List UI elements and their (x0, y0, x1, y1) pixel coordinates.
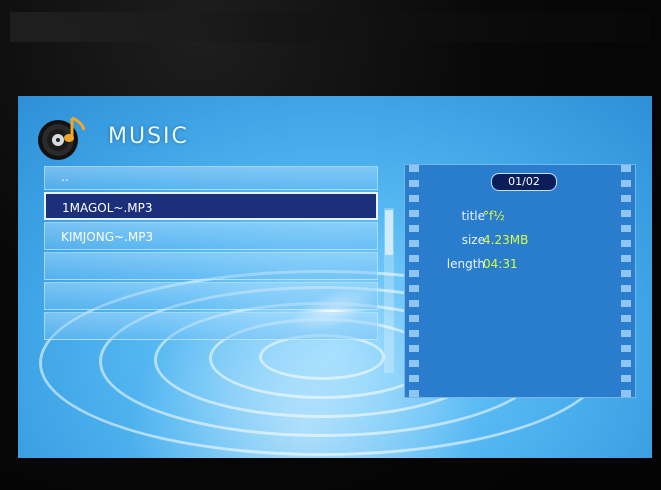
info-key: size (461, 233, 485, 247)
list-item-empty[interactable] (44, 312, 378, 340)
list-item[interactable]: KIMJONG~.MP3 (44, 222, 378, 250)
tv-bezel: MUSIC .. 1MAGOL~.MP3 KIMJONG~.MP3 01/02 … (0, 0, 661, 490)
list-item-parent-folder[interactable]: .. (44, 166, 378, 190)
file-list-scrollbar[interactable] (384, 208, 394, 373)
info-key: title (461, 209, 485, 223)
list-item-empty[interactable] (44, 252, 378, 280)
list-item-empty[interactable] (44, 282, 378, 310)
track-counter: 01/02 (491, 173, 557, 191)
film-perforation-left (409, 165, 419, 397)
page-title: MUSIC (108, 124, 189, 149)
list-item-label: .. (61, 170, 69, 184)
info-value: 4.23MB (483, 233, 529, 247)
list-item-selected[interactable]: 1MAGOL~.MP3 (44, 192, 378, 220)
list-item-label: 1MAGOL~.MP3 (62, 201, 153, 215)
music-screen: MUSIC .. 1MAGOL~.MP3 KIMJONG~.MP3 01/02 … (18, 96, 652, 458)
info-value: °f½ (483, 209, 505, 223)
info-value: 04:31 (483, 257, 518, 271)
file-list: .. 1MAGOL~.MP3 KIMJONG~.MP3 (44, 166, 378, 342)
film-perforation-right (621, 165, 631, 397)
bezel-top-reflection (10, 12, 650, 42)
scrollbar-thumb[interactable] (385, 210, 393, 255)
music-disc-note-icon (36, 114, 92, 164)
info-key: length (446, 257, 485, 271)
list-item-label: KIMJONG~.MP3 (61, 230, 154, 244)
track-info-panel: 01/02 title °f½ size 4.23MB length 04:31 (404, 164, 636, 398)
